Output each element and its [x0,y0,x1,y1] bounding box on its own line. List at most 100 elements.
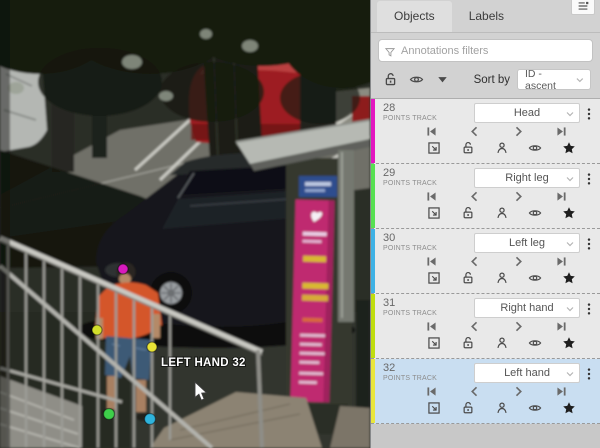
object-actions-menu[interactable] [581,363,597,385]
annotations-filter-input[interactable] [378,39,593,62]
object-label-value: Right hand [500,302,553,314]
filter-row [371,33,600,65]
objects-list: 28 POINTS TRACK Head [371,99,600,448]
hidden-toggle[interactable] [528,206,542,220]
keyframe-toggle[interactable] [562,271,576,285]
hidden-toggle[interactable] [528,141,542,155]
first-keyframe-button[interactable] [425,190,438,203]
object-id: 28 [383,103,437,115]
lock-all-icon[interactable] [383,72,398,87]
last-keyframe-button[interactable] [555,320,568,333]
unlock-icon [461,206,475,220]
lock-toggle[interactable] [461,271,475,285]
object-label-select[interactable]: Right leg [474,168,580,188]
object-label-select[interactable]: Right hand [474,298,580,318]
annotation-app: LEFT HAND 32 Objects Labels Sort by [0,0,600,448]
list-empty-space [371,424,600,448]
chevron-right-icon [512,190,525,203]
first-keyframe-button[interactable] [425,320,438,333]
next-keyframe-button[interactable] [512,125,525,138]
keypoint-left-leg[interactable] [145,414,156,425]
occluded-toggle[interactable] [495,336,509,350]
keyframe-toggle[interactable] [562,336,576,350]
previous-keyframe-button[interactable] [468,320,481,333]
occluded-toggle[interactable] [495,141,509,155]
object-actions-menu[interactable] [581,168,597,190]
object-actions-menu[interactable] [581,298,597,320]
outside-toggle[interactable] [427,271,441,285]
tab-labels[interactable]: Labels [452,1,521,32]
object-type: POINTS TRACK [383,180,437,187]
object-type: POINTS TRACK [383,310,437,317]
box-arrow-icon [427,336,441,350]
object-actions-menu[interactable] [581,103,597,125]
keypoint-right-leg[interactable] [104,409,115,420]
object-card-30[interactable]: 30 POINTS TRACK Left leg [371,229,600,294]
next-keyframe-button[interactable] [512,320,525,333]
annotation-canvas[interactable]: LEFT HAND 32 [0,0,370,448]
lock-toggle[interactable] [461,336,475,350]
occluded-toggle[interactable] [495,271,509,285]
outside-toggle[interactable] [427,336,441,350]
last-keyframe-button[interactable] [555,255,568,268]
skip-end-icon [555,385,568,398]
object-card-32[interactable]: 32 POINTS TRACK Left hand [371,359,600,424]
skip-end-icon [555,190,568,203]
hidden-toggle[interactable] [528,401,542,415]
object-actions-menu[interactable] [581,233,597,255]
chevron-left-icon [468,320,481,333]
skip-start-icon [425,190,438,203]
keypoint-left-hand[interactable] [147,342,157,352]
object-card-31[interactable]: 31 POINTS TRACK Right hand [371,294,600,359]
frame-image: LEFT HAND 32 [0,0,370,448]
skip-start-icon [425,125,438,138]
object-label-select[interactable]: Left hand [474,363,580,383]
object-label-select[interactable]: Left leg [474,233,580,253]
first-keyframe-button[interactable] [425,255,438,268]
eye-icon [528,336,542,350]
hidden-toggle[interactable] [528,271,542,285]
object-card-29[interactable]: 29 POINTS TRACK Right leg [371,164,600,229]
hidden-toggle[interactable] [528,336,542,350]
next-keyframe-button[interactable] [512,255,525,268]
sort-select[interactable]: ID - ascent [517,69,591,90]
last-keyframe-button[interactable] [555,190,568,203]
keypoint-head[interactable] [118,264,128,274]
outside-toggle[interactable] [427,206,441,220]
outside-toggle[interactable] [427,401,441,415]
occluded-toggle[interactable] [495,206,509,220]
object-card-28[interactable]: 28 POINTS TRACK Head [371,99,600,164]
skip-start-icon [425,385,438,398]
last-keyframe-button[interactable] [555,125,568,138]
first-keyframe-button[interactable] [425,125,438,138]
kebab-menu-icon [582,106,596,122]
next-keyframe-button[interactable] [512,190,525,203]
previous-keyframe-button[interactable] [468,385,481,398]
keyframe-toggle[interactable] [562,401,576,415]
object-color-strip [371,229,375,293]
star-icon [562,336,576,350]
unlock-icon [461,141,475,155]
tab-objects[interactable]: Objects [377,1,452,32]
previous-keyframe-button[interactable] [468,125,481,138]
outside-toggle[interactable] [427,141,441,155]
previous-keyframe-button[interactable] [468,190,481,203]
sort-by-label: Sort by [474,74,510,86]
object-id: 30 [383,233,437,245]
next-keyframe-button[interactable] [512,385,525,398]
first-keyframe-button[interactable] [425,385,438,398]
occluded-toggle[interactable] [495,401,509,415]
lock-toggle[interactable] [461,206,475,220]
previous-keyframe-button[interactable] [468,255,481,268]
hide-all-eye-icon[interactable] [409,72,424,87]
sort-select-value: ID - ascent [525,68,574,92]
last-keyframe-button[interactable] [555,385,568,398]
keypoint-right-hand[interactable] [92,325,102,335]
keyframe-toggle[interactable] [562,206,576,220]
chevron-left-icon [468,255,481,268]
lock-toggle[interactable] [461,141,475,155]
keyframe-toggle[interactable] [562,141,576,155]
object-label-select[interactable]: Head [474,103,580,123]
expand-caret-icon[interactable] [435,72,450,87]
lock-toggle[interactable] [461,401,475,415]
